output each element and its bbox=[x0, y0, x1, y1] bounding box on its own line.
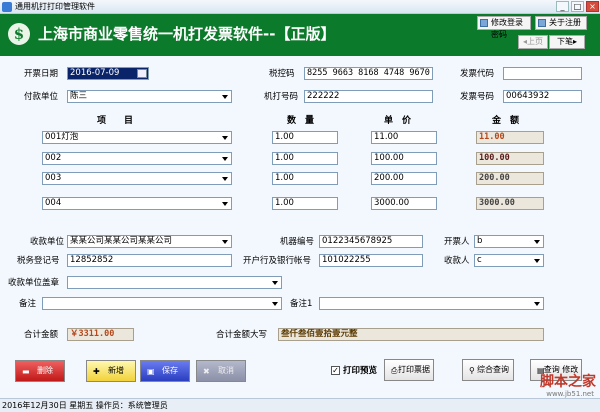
close-icon[interactable]: × bbox=[586, 1, 599, 12]
add-button[interactable]: ✚ 新增 bbox=[86, 360, 136, 382]
print-preview-label: 打印预览 bbox=[343, 366, 378, 376]
payer-label: 付款单位 bbox=[24, 92, 59, 102]
machine-no-field[interactable]: 222222 bbox=[304, 90, 433, 103]
column-header-price: 单 价 bbox=[384, 116, 412, 126]
plus-icon: ✚ bbox=[93, 367, 100, 376]
chevron-down-icon[interactable] bbox=[270, 299, 280, 308]
modify-password-button[interactable]: 修改登录密码 bbox=[477, 16, 531, 39]
minus-icon: ▬ bbox=[22, 367, 30, 376]
minimize-icon[interactable]: _ bbox=[556, 1, 569, 12]
price-field[interactable]: 3000.00 bbox=[371, 197, 437, 210]
app-banner: $ 上海市商业零售统一机打发票软件--【正版】 修改登录密码 关于注册 ◂上页 … bbox=[0, 14, 600, 56]
drawer-select[interactable]: b bbox=[474, 235, 544, 248]
invoice-code-label: 发票代码 bbox=[460, 69, 495, 79]
price-field[interactable]: 11.00 bbox=[371, 131, 437, 144]
calendar-icon[interactable] bbox=[137, 69, 147, 78]
next-page-button[interactable]: 下笔▸ bbox=[549, 35, 585, 49]
chevron-down-icon[interactable] bbox=[220, 133, 230, 142]
chevron-down-icon[interactable] bbox=[532, 299, 542, 308]
delete-button[interactable]: ▬ 删除 bbox=[15, 360, 65, 382]
item-select[interactable]: 002 bbox=[42, 152, 232, 165]
column-header-item: 项 目 bbox=[97, 116, 134, 126]
amount-field: 3000.00 bbox=[476, 197, 544, 210]
save-button[interactable]: ▣ 保存 bbox=[140, 360, 190, 382]
issue-date-label: 开票日期 bbox=[24, 69, 59, 79]
window-title-bar: 通用机打打印管理软件 _ □ × bbox=[0, 0, 600, 14]
chevron-down-icon[interactable] bbox=[220, 154, 230, 163]
remark1-label: 备注1 bbox=[290, 299, 313, 309]
machine-id-field[interactable]: 0122345678925 bbox=[319, 235, 423, 248]
dollar-logo-icon: $ bbox=[8, 23, 30, 45]
print-preview-checkbox[interactable]: ✓ bbox=[331, 366, 340, 375]
chevron-right-icon: ▸ bbox=[572, 37, 577, 46]
issue-date-field[interactable]: 2016-07-09 bbox=[67, 67, 149, 80]
window-title: 通用机打打印管理软件 bbox=[15, 2, 95, 11]
bank-field[interactable]: 101022255 bbox=[319, 254, 423, 267]
total-label: 合计金额 bbox=[24, 330, 59, 340]
machine-no-label: 机打号码 bbox=[264, 92, 299, 102]
search-icon: ⚲ bbox=[469, 366, 475, 375]
chevron-down-icon[interactable] bbox=[532, 256, 542, 265]
cancel-button[interactable]: ✖ 取消 bbox=[196, 360, 246, 382]
total-field: ￥3311.00 bbox=[67, 328, 134, 341]
receiver-label: 收款人 bbox=[444, 256, 470, 266]
tax-code-field[interactable]: 8255 9663 8168 4748 9670 bbox=[304, 67, 433, 80]
banner-title: 上海市商业零售统一机打发票软件--【正版】 bbox=[38, 25, 336, 43]
general-query-button[interactable]: ⚲ 综合查询 bbox=[462, 359, 514, 381]
payee-label: 收款单位 bbox=[30, 237, 65, 247]
bank-label: 开户行及银行帐号 bbox=[243, 256, 312, 266]
seal-label: 收款单位盖章 bbox=[8, 278, 60, 288]
payee-select[interactable]: 某某公司某某公司某某公司 bbox=[67, 235, 232, 248]
remark-select[interactable] bbox=[42, 297, 282, 310]
invoice-no-label: 发票号码 bbox=[460, 92, 495, 102]
item-select[interactable]: 001灯泡 bbox=[42, 131, 232, 144]
amount-field: 100.00 bbox=[476, 152, 544, 165]
seal-select[interactable] bbox=[67, 276, 282, 289]
invoice-code-field[interactable] bbox=[503, 67, 582, 80]
column-header-qty: 数 量 bbox=[287, 116, 315, 126]
price-field[interactable]: 200.00 bbox=[371, 172, 437, 185]
printer-icon: ⎙ bbox=[391, 366, 398, 375]
price-field[interactable]: 100.00 bbox=[371, 152, 437, 165]
qty-field[interactable]: 1.00 bbox=[272, 152, 338, 165]
chevron-down-icon[interactable] bbox=[220, 199, 230, 208]
app-icon bbox=[2, 2, 12, 12]
prev-page-button[interactable]: ◂上页 bbox=[518, 35, 548, 49]
about-register-button[interactable]: 关于注册 bbox=[535, 16, 587, 30]
receiver-select[interactable]: c bbox=[474, 254, 544, 267]
drawer-label: 开票人 bbox=[444, 237, 470, 247]
remark-label: 备注 bbox=[19, 299, 37, 309]
total-upper-field: 叁仟叁佰壹拾壹元整 bbox=[278, 328, 544, 341]
column-header-amount: 金 额 bbox=[492, 116, 520, 126]
amount-field: 11.00 bbox=[476, 131, 544, 144]
chevron-down-icon[interactable] bbox=[220, 174, 230, 183]
chevron-down-icon[interactable] bbox=[220, 92, 230, 101]
total-upper-label: 合计金额大写 bbox=[216, 330, 268, 340]
tax-reg-field[interactable]: 12852852 bbox=[67, 254, 232, 267]
qty-field[interactable]: 1.00 bbox=[272, 131, 338, 144]
password-icon bbox=[480, 19, 488, 27]
chevron-down-icon[interactable] bbox=[220, 237, 230, 246]
chevron-down-icon[interactable] bbox=[532, 237, 542, 246]
machine-id-label: 机器编号 bbox=[280, 237, 315, 247]
status-bar: 2016年12月30日 星期五 操作员：系统管理员 bbox=[0, 398, 600, 412]
invoice-form: 开票日期 2016-07-09 税控码 8255 9663 8168 4748 … bbox=[0, 56, 600, 398]
qty-field[interactable]: 1.00 bbox=[272, 197, 338, 210]
item-select[interactable]: 004 bbox=[42, 197, 232, 210]
item-select[interactable]: 003 bbox=[42, 172, 232, 185]
print-invoice-button[interactable]: ⎙ 打印票据 bbox=[384, 359, 434, 381]
save-icon: ▣ bbox=[147, 367, 155, 376]
qty-field[interactable]: 1.00 bbox=[272, 172, 338, 185]
invoice-no-field[interactable]: 00643932 bbox=[503, 90, 582, 103]
amount-field: 200.00 bbox=[476, 172, 544, 185]
tax-reg-label: 税务登记号 bbox=[17, 256, 60, 266]
watermark-brand: 脚本之家 bbox=[540, 374, 596, 390]
close-icon: ✖ bbox=[203, 367, 210, 376]
about-icon bbox=[538, 19, 546, 27]
chevron-down-icon[interactable] bbox=[270, 278, 280, 287]
maximize-icon[interactable]: □ bbox=[571, 1, 584, 12]
remark1-select[interactable] bbox=[319, 297, 544, 310]
tax-code-label: 税控码 bbox=[269, 69, 295, 79]
payer-select[interactable]: 陈三 bbox=[67, 90, 232, 103]
